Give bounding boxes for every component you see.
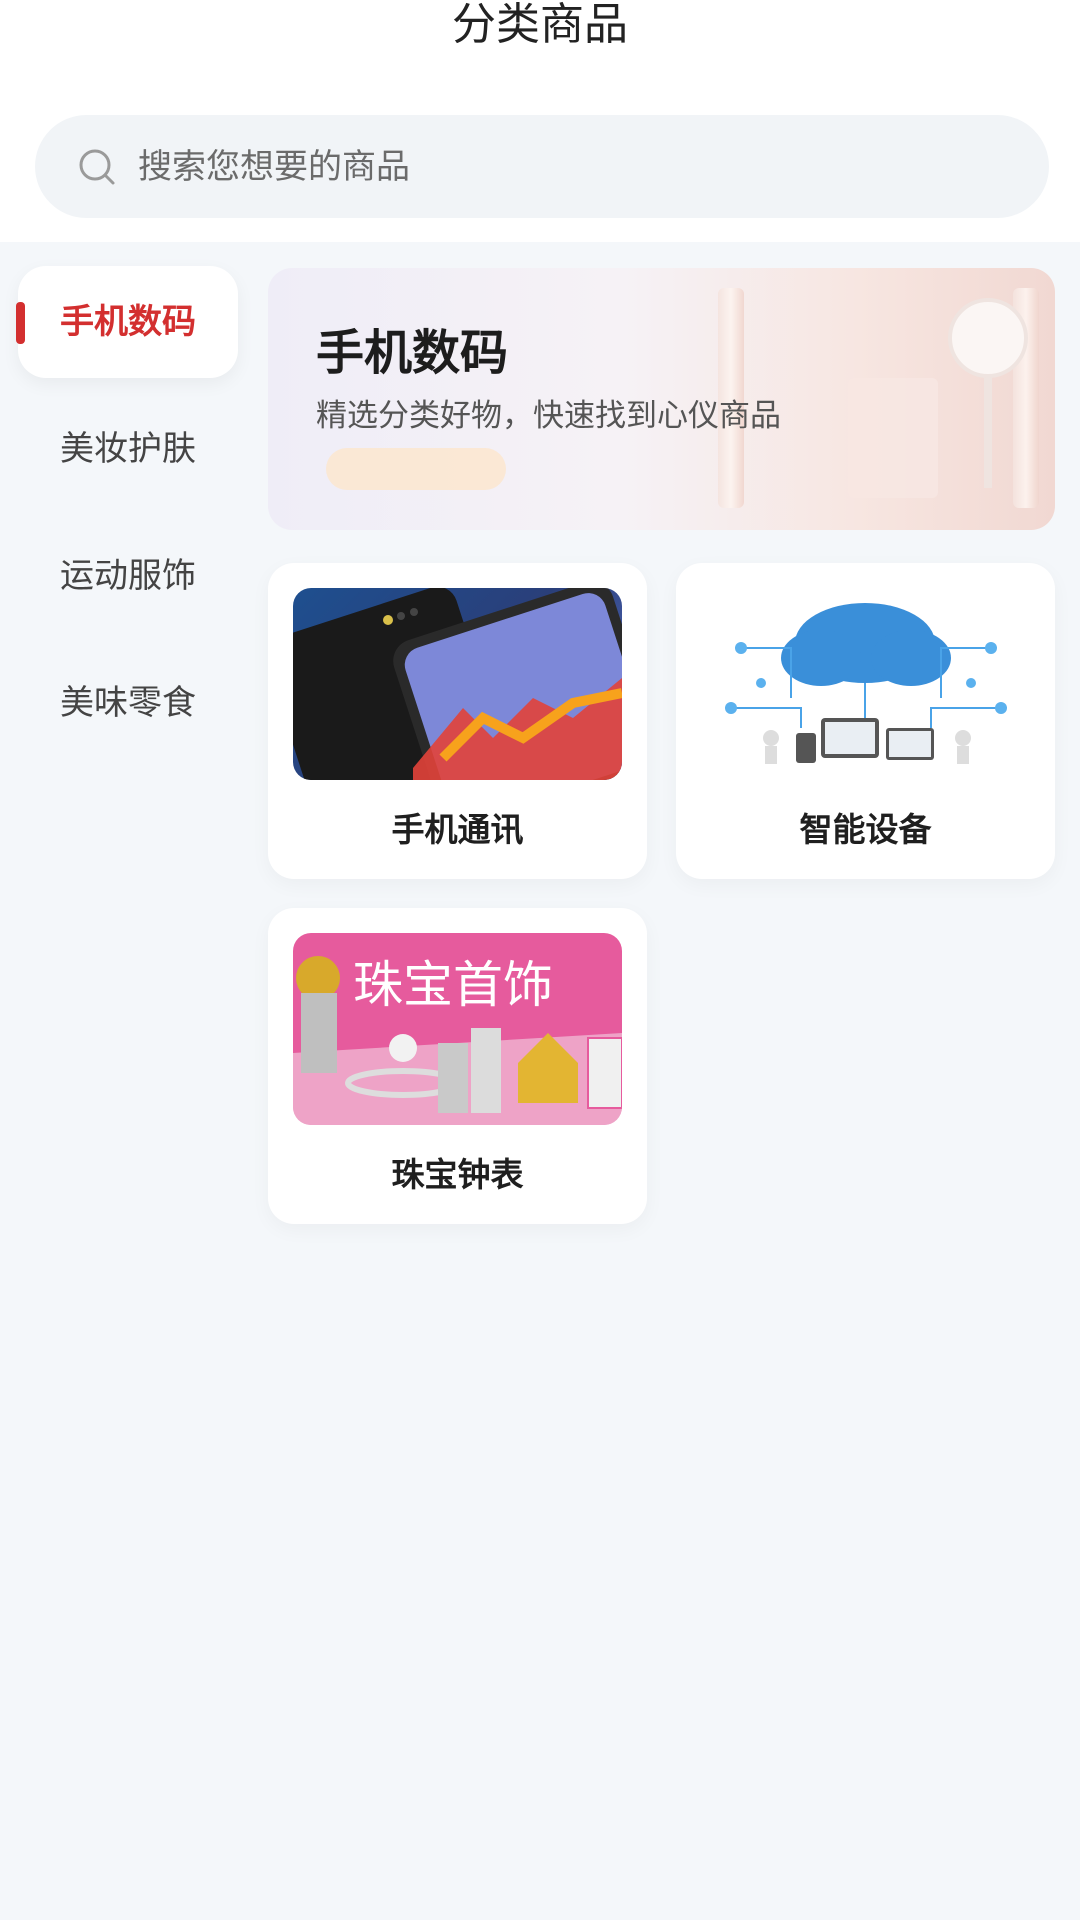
sidebar-item-beauty[interactable]: 美妆护肤 bbox=[18, 393, 238, 505]
subcategory-label: 珠宝钟表 bbox=[391, 1155, 524, 1194]
banner-background-tag bbox=[326, 448, 506, 490]
banner-product-decoration bbox=[848, 378, 938, 498]
page-title: 分类商品 bbox=[452, 0, 628, 50]
phone-image bbox=[293, 588, 622, 780]
category-banner[interactable]: 手机数码 精选分类好物，快速找到心仪商品 bbox=[268, 268, 1055, 530]
subcategory-card-smart-devices[interactable]: 智能设备 bbox=[676, 563, 1055, 879]
active-indicator bbox=[16, 302, 25, 344]
top-bar: 分类商品 bbox=[0, 0, 1080, 242]
sidebar-item-label: 美味零食 bbox=[60, 683, 196, 723]
fan-icon bbox=[948, 298, 1028, 378]
sidebar-item-digital[interactable]: 手机数码 bbox=[16, 266, 238, 378]
search-icon bbox=[77, 147, 117, 187]
sidebar-item-sports[interactable]: 运动服饰 bbox=[18, 520, 238, 632]
subcategory-card-jewelry[interactable]: 珠宝首饰 珠宝钟表 bbox=[268, 908, 647, 1224]
sidebar-item-label: 运动服饰 bbox=[60, 556, 196, 596]
search-input[interactable] bbox=[138, 137, 958, 197]
smart-devices-image bbox=[701, 588, 1030, 780]
sidebar-item-label: 美妆护肤 bbox=[60, 429, 196, 469]
banner-title: 手机数码 bbox=[316, 325, 509, 381]
banner-subtitle: 精选分类好物，快速找到心仪商品 bbox=[316, 398, 781, 434]
jewelry-image-text: 珠宝首饰 bbox=[353, 956, 553, 1014]
subcategory-label: 智能设备 bbox=[799, 810, 932, 849]
sidebar-item-label: 手机数码 bbox=[60, 302, 196, 342]
search-bar[interactable] bbox=[35, 115, 1049, 218]
subcategory-label: 手机通讯 bbox=[391, 810, 524, 849]
sidebar-item-snacks[interactable]: 美味零食 bbox=[18, 647, 238, 759]
jewelry-image: 珠宝首饰 bbox=[293, 933, 622, 1125]
subcategory-card-phones[interactable]: 手机通讯 bbox=[268, 563, 647, 879]
fan-stand-decoration bbox=[984, 378, 992, 488]
